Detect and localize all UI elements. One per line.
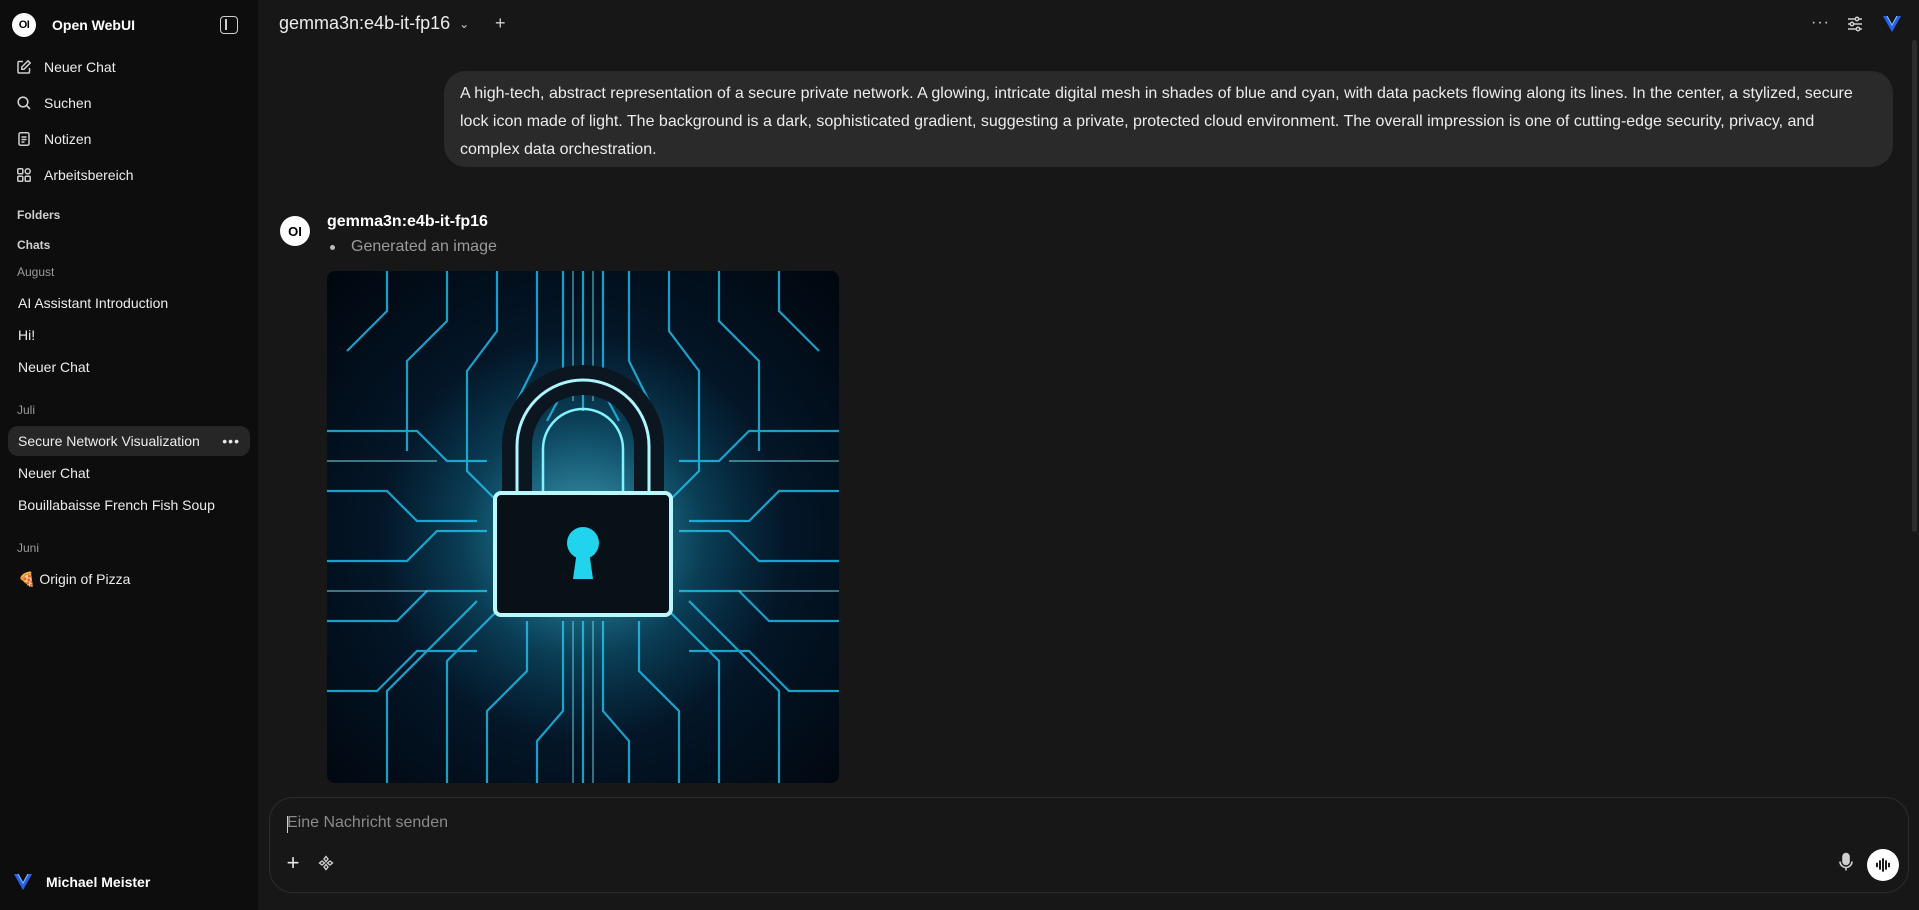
bullet-icon (330, 244, 335, 250)
status-text: Generated an image (351, 238, 497, 255)
chat-item[interactable]: Neuer Chat (8, 458, 250, 488)
chats-heading[interactable]: Chats (17, 238, 50, 252)
nav-label: Notizen (44, 131, 92, 147)
user-name: Michael Meister (46, 874, 151, 890)
nav-new-chat[interactable]: Neuer Chat (8, 51, 250, 83)
message-composer: + (269, 797, 1909, 893)
user-avatar-icon (14, 873, 32, 890)
chat-title: Hi! (18, 327, 36, 343)
user-message-bubble: A high-tech, abstract representation of … (444, 71, 1893, 167)
assistant-avatar: OI (280, 216, 310, 246)
assistant-name: gemma3n:e4b-it-fp16 (327, 213, 488, 230)
chat-title: Secure Network Visualization (18, 433, 200, 449)
month-label: August (17, 265, 55, 279)
chat-item[interactable]: Hi! (8, 320, 250, 350)
lock-network-image (327, 271, 839, 783)
nav-label: Arbeitsbereich (44, 167, 134, 183)
chat-item[interactable]: Bouillabaisse French Fish Soup (8, 490, 250, 520)
nav-label: Suchen (44, 95, 92, 111)
more-options-icon[interactable]: ··· (1811, 14, 1830, 32)
chat-item[interactable]: 🍕 Origin of Pizza (8, 564, 250, 594)
notes-icon (16, 131, 32, 147)
add-model-icon[interactable]: + (495, 13, 506, 34)
nav-search[interactable]: Suchen (8, 87, 250, 119)
user-menu[interactable]: Michael Meister (12, 870, 150, 894)
chat-item-active[interactable]: Secure Network Visualization ••• (8, 426, 250, 456)
profile-avatar-icon[interactable] (1881, 13, 1903, 35)
nav-workspace[interactable]: Arbeitsbereich (8, 159, 250, 191)
chat-header: gemma3n:e4b-it-fp16 ⌄ + ··· (258, 0, 1919, 50)
chat-title: 🍕 Origin of Pizza (18, 570, 131, 587)
month-label: Juli (17, 403, 36, 417)
month-label: Juni (17, 541, 40, 555)
chevron-down-icon: ⌄ (459, 16, 470, 31)
voice-mode-button[interactable] (1867, 849, 1899, 881)
tools-icon[interactable] (318, 855, 334, 871)
generated-image[interactable] (327, 271, 839, 783)
chat-title: Bouillabaisse French Fish Soup (18, 497, 215, 513)
controls-sliders-icon[interactable] (1846, 15, 1864, 33)
add-attachment-button[interactable]: + (283, 852, 303, 874)
search-icon (16, 95, 32, 111)
sidebar-toggle-icon[interactable] (220, 16, 238, 34)
text-caret (287, 816, 288, 833)
chat-title: Neuer Chat (18, 359, 90, 375)
workspace-icon (16, 167, 32, 183)
assistant-status: Generated an image (330, 238, 497, 256)
app-logo: OI (12, 13, 36, 37)
pencil-square-icon (16, 59, 32, 75)
app-name: Open WebUI (52, 17, 135, 33)
nav-label: Neuer Chat (44, 59, 116, 75)
microphone-icon[interactable] (1837, 852, 1855, 872)
chat-title: Neuer Chat (18, 465, 90, 481)
chat-item[interactable]: AI Assistant Introduction (8, 288, 250, 318)
nav-notes[interactable]: Notizen (8, 123, 250, 155)
brand[interactable]: OI Open WebUI (12, 13, 135, 37)
folders-heading[interactable]: Folders (17, 208, 60, 222)
model-name: gemma3n:e4b-it-fp16 (279, 13, 451, 33)
chat-item[interactable]: Neuer Chat (8, 352, 250, 382)
scrollbar[interactable] (1912, 40, 1917, 532)
waveform-icon (1876, 858, 1890, 872)
sidebar: OI Open WebUI Neuer Chat Suchen Notizen … (0, 0, 258, 910)
chat-title: AI Assistant Introduction (18, 295, 169, 311)
message-input[interactable] (287, 812, 1847, 834)
chat-options-icon[interactable]: ••• (222, 433, 240, 449)
model-selector[interactable]: gemma3n:e4b-it-fp16 ⌄ (279, 13, 469, 34)
